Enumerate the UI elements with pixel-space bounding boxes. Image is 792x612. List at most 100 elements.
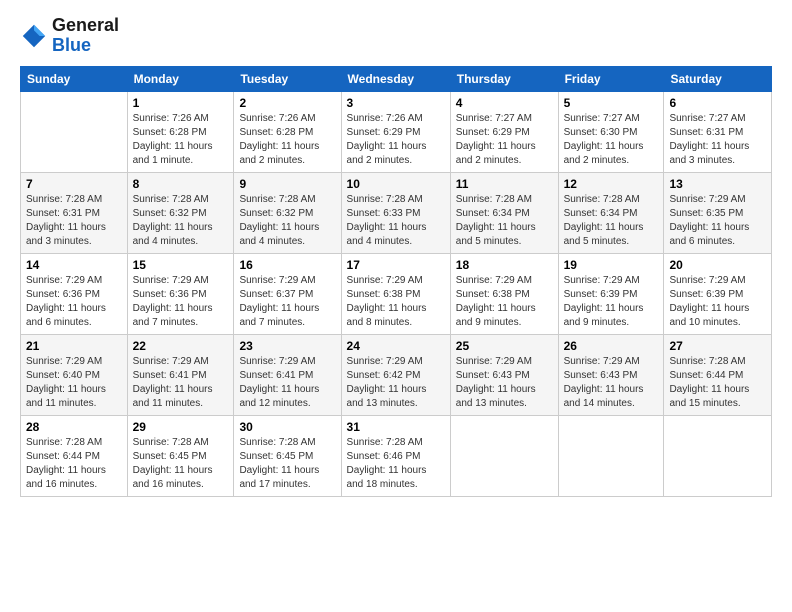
day-info: Sunrise: 7:27 AM Sunset: 6:31 PM Dayligh…	[669, 112, 766, 168]
day-info: Sunrise: 7:28 AM Sunset: 6:32 PM Dayligh…	[239, 193, 335, 249]
day-info: Sunrise: 7:29 AM Sunset: 6:39 PM Dayligh…	[669, 274, 766, 330]
day-number: 4	[456, 96, 553, 110]
week-row-1: 1 Sunrise: 7:26 AM Sunset: 6:28 PM Daylig…	[21, 91, 772, 172]
day-number: 2	[239, 96, 335, 110]
calendar-cell: 5 Sunrise: 7:27 AM Sunset: 6:30 PM Daylig…	[558, 91, 664, 172]
day-info: Sunrise: 7:29 AM Sunset: 6:42 PM Dayligh…	[347, 355, 445, 411]
day-number: 17	[347, 258, 445, 272]
calendar-cell: 20Sunrise: 7:29 AM Sunset: 6:39 PM Dayli…	[664, 253, 772, 334]
calendar-cell: 10Sunrise: 7:28 AM Sunset: 6:33 PM Dayli…	[341, 172, 450, 253]
calendar-cell: 14Sunrise: 7:29 AM Sunset: 6:36 PM Dayli…	[21, 253, 128, 334]
day-number: 5	[564, 96, 659, 110]
calendar-cell: 16 Sunrise: 7:29 AM Sunset: 6:37 PM Dayli…	[234, 253, 341, 334]
calendar-cell	[21, 91, 128, 172]
day-header-monday: Monday	[127, 66, 234, 91]
calendar-cell: 30Sunrise: 7:28 AM Sunset: 6:45 PM Dayli…	[234, 415, 341, 496]
page: General Blue SundayMondayTuesdayWednesda…	[0, 0, 792, 507]
calendar-cell: 19 Sunrise: 7:29 AM Sunset: 6:39 PM Dayli…	[558, 253, 664, 334]
calendar-cell	[664, 415, 772, 496]
calendar-cell: 31Sunrise: 7:28 AM Sunset: 6:46 PM Dayli…	[341, 415, 450, 496]
day-info: Sunrise: 7:29 AM Sunset: 6:38 PM Dayligh…	[456, 274, 553, 330]
day-info: Sunrise: 7:28 AM Sunset: 6:34 PM Dayligh…	[564, 193, 659, 249]
day-info: Sunrise: 7:28 AM Sunset: 6:31 PM Dayligh…	[26, 193, 122, 249]
day-info: Sunrise: 7:27 AM Sunset: 6:29 PM Dayligh…	[456, 112, 553, 168]
day-info: Sunrise: 7:29 AM Sunset: 6:40 PM Dayligh…	[26, 355, 122, 411]
calendar-cell: 23 Sunrise: 7:29 AM Sunset: 6:41 PM Dayli…	[234, 334, 341, 415]
day-header-saturday: Saturday	[664, 66, 772, 91]
day-number: 13	[669, 177, 766, 191]
calendar-cell: 6Sunrise: 7:27 AM Sunset: 6:31 PM Daylig…	[664, 91, 772, 172]
day-number: 12	[564, 177, 659, 191]
logo: General Blue	[20, 16, 119, 56]
calendar-cell: 4 Sunrise: 7:27 AM Sunset: 6:29 PM Daylig…	[450, 91, 558, 172]
calendar-cell: 26Sunrise: 7:29 AM Sunset: 6:43 PM Dayli…	[558, 334, 664, 415]
day-number: 22	[133, 339, 229, 353]
day-number: 24	[347, 339, 445, 353]
day-info: Sunrise: 7:29 AM Sunset: 6:41 PM Dayligh…	[239, 355, 335, 411]
week-row-5: 28Sunrise: 7:28 AM Sunset: 6:44 PM Dayli…	[21, 415, 772, 496]
calendar-cell: 11 Sunrise: 7:28 AM Sunset: 6:34 PM Dayli…	[450, 172, 558, 253]
calendar-cell: 21 Sunrise: 7:29 AM Sunset: 6:40 PM Dayli…	[21, 334, 128, 415]
calendar-cell: 27 Sunrise: 7:28 AM Sunset: 6:44 PM Dayli…	[664, 334, 772, 415]
logo-text: General Blue	[52, 16, 119, 56]
day-number: 23	[239, 339, 335, 353]
calendar-cell: 9 Sunrise: 7:28 AM Sunset: 6:32 PM Daylig…	[234, 172, 341, 253]
day-header-tuesday: Tuesday	[234, 66, 341, 91]
day-info: Sunrise: 7:28 AM Sunset: 6:44 PM Dayligh…	[26, 436, 122, 492]
day-info: Sunrise: 7:26 AM Sunset: 6:28 PM Dayligh…	[239, 112, 335, 168]
calendar-cell: 15 Sunrise: 7:29 AM Sunset: 6:36 PM Dayli…	[127, 253, 234, 334]
week-row-3: 14 Sunrise: 7:29 AM Sunset: 6:36 PM Dayli…	[21, 253, 772, 334]
day-number: 8	[133, 177, 229, 191]
calendar-cell	[450, 415, 558, 496]
calendar-cell: 8Sunrise: 7:28 AM Sunset: 6:32 PM Daylig…	[127, 172, 234, 253]
day-number: 16	[239, 258, 335, 272]
calendar-cell: 18 Sunrise: 7:29 AM Sunset: 6:38 PM Dayli…	[450, 253, 558, 334]
day-number: 27	[669, 339, 766, 353]
day-header-friday: Friday	[558, 66, 664, 91]
day-number: 7	[26, 177, 122, 191]
day-number: 9	[239, 177, 335, 191]
day-info: Sunrise: 7:29 AM Sunset: 6:36 PM Dayligh…	[133, 274, 229, 330]
day-info: Sunrise: 7:26 AM Sunset: 6:28 PM Dayligh…	[133, 112, 229, 168]
day-header-wednesday: Wednesday	[341, 66, 450, 91]
day-number: 19	[564, 258, 659, 272]
day-number: 30	[239, 420, 335, 434]
header: General Blue	[20, 16, 772, 56]
day-number: 21	[26, 339, 122, 353]
day-number: 26	[564, 339, 659, 353]
day-info: Sunrise: 7:29 AM Sunset: 6:41 PM Dayligh…	[133, 355, 229, 411]
calendar-cell: 29 Sunrise: 7:28 AM Sunset: 6:45 PM Dayli…	[127, 415, 234, 496]
day-number: 11	[456, 177, 553, 191]
calendar-cell: 1 Sunrise: 7:26 AM Sunset: 6:28 PM Daylig…	[127, 91, 234, 172]
day-number: 29	[133, 420, 229, 434]
calendar-cell: 24 Sunrise: 7:29 AM Sunset: 6:42 PM Dayli…	[341, 334, 450, 415]
day-header-sunday: Sunday	[21, 66, 128, 91]
day-number: 25	[456, 339, 553, 353]
calendar-cell: 12 Sunrise: 7:28 AM Sunset: 6:34 PM Dayli…	[558, 172, 664, 253]
calendar-table: SundayMondayTuesdayWednesdayThursdayFrid…	[20, 66, 772, 497]
header-row: SundayMondayTuesdayWednesdayThursdayFrid…	[21, 66, 772, 91]
calendar-cell: 7 Sunrise: 7:28 AM Sunset: 6:31 PM Daylig…	[21, 172, 128, 253]
calendar-cell: 28Sunrise: 7:28 AM Sunset: 6:44 PM Dayli…	[21, 415, 128, 496]
logo-icon	[20, 22, 48, 50]
day-info: Sunrise: 7:29 AM Sunset: 6:37 PM Dayligh…	[239, 274, 335, 330]
week-row-4: 21 Sunrise: 7:29 AM Sunset: 6:40 PM Dayli…	[21, 334, 772, 415]
day-number: 14	[26, 258, 122, 272]
day-info: Sunrise: 7:28 AM Sunset: 6:45 PM Dayligh…	[133, 436, 229, 492]
day-info: Sunrise: 7:28 AM Sunset: 6:44 PM Dayligh…	[669, 355, 766, 411]
day-number: 3	[347, 96, 445, 110]
day-number: 18	[456, 258, 553, 272]
day-info: Sunrise: 7:28 AM Sunset: 6:34 PM Dayligh…	[456, 193, 553, 249]
day-info: Sunrise: 7:27 AM Sunset: 6:30 PM Dayligh…	[564, 112, 659, 168]
calendar-cell: 13 Sunrise: 7:29 AM Sunset: 6:35 PM Dayli…	[664, 172, 772, 253]
day-info: Sunrise: 7:29 AM Sunset: 6:38 PM Dayligh…	[347, 274, 445, 330]
calendar-cell: 3Sunrise: 7:26 AM Sunset: 6:29 PM Daylig…	[341, 91, 450, 172]
day-number: 1	[133, 96, 229, 110]
day-info: Sunrise: 7:28 AM Sunset: 6:33 PM Dayligh…	[347, 193, 445, 249]
day-info: Sunrise: 7:29 AM Sunset: 6:43 PM Dayligh…	[456, 355, 553, 411]
day-info: Sunrise: 7:29 AM Sunset: 6:35 PM Dayligh…	[669, 193, 766, 249]
day-number: 31	[347, 420, 445, 434]
calendar-cell	[558, 415, 664, 496]
day-number: 15	[133, 258, 229, 272]
day-info: Sunrise: 7:29 AM Sunset: 6:39 PM Dayligh…	[564, 274, 659, 330]
